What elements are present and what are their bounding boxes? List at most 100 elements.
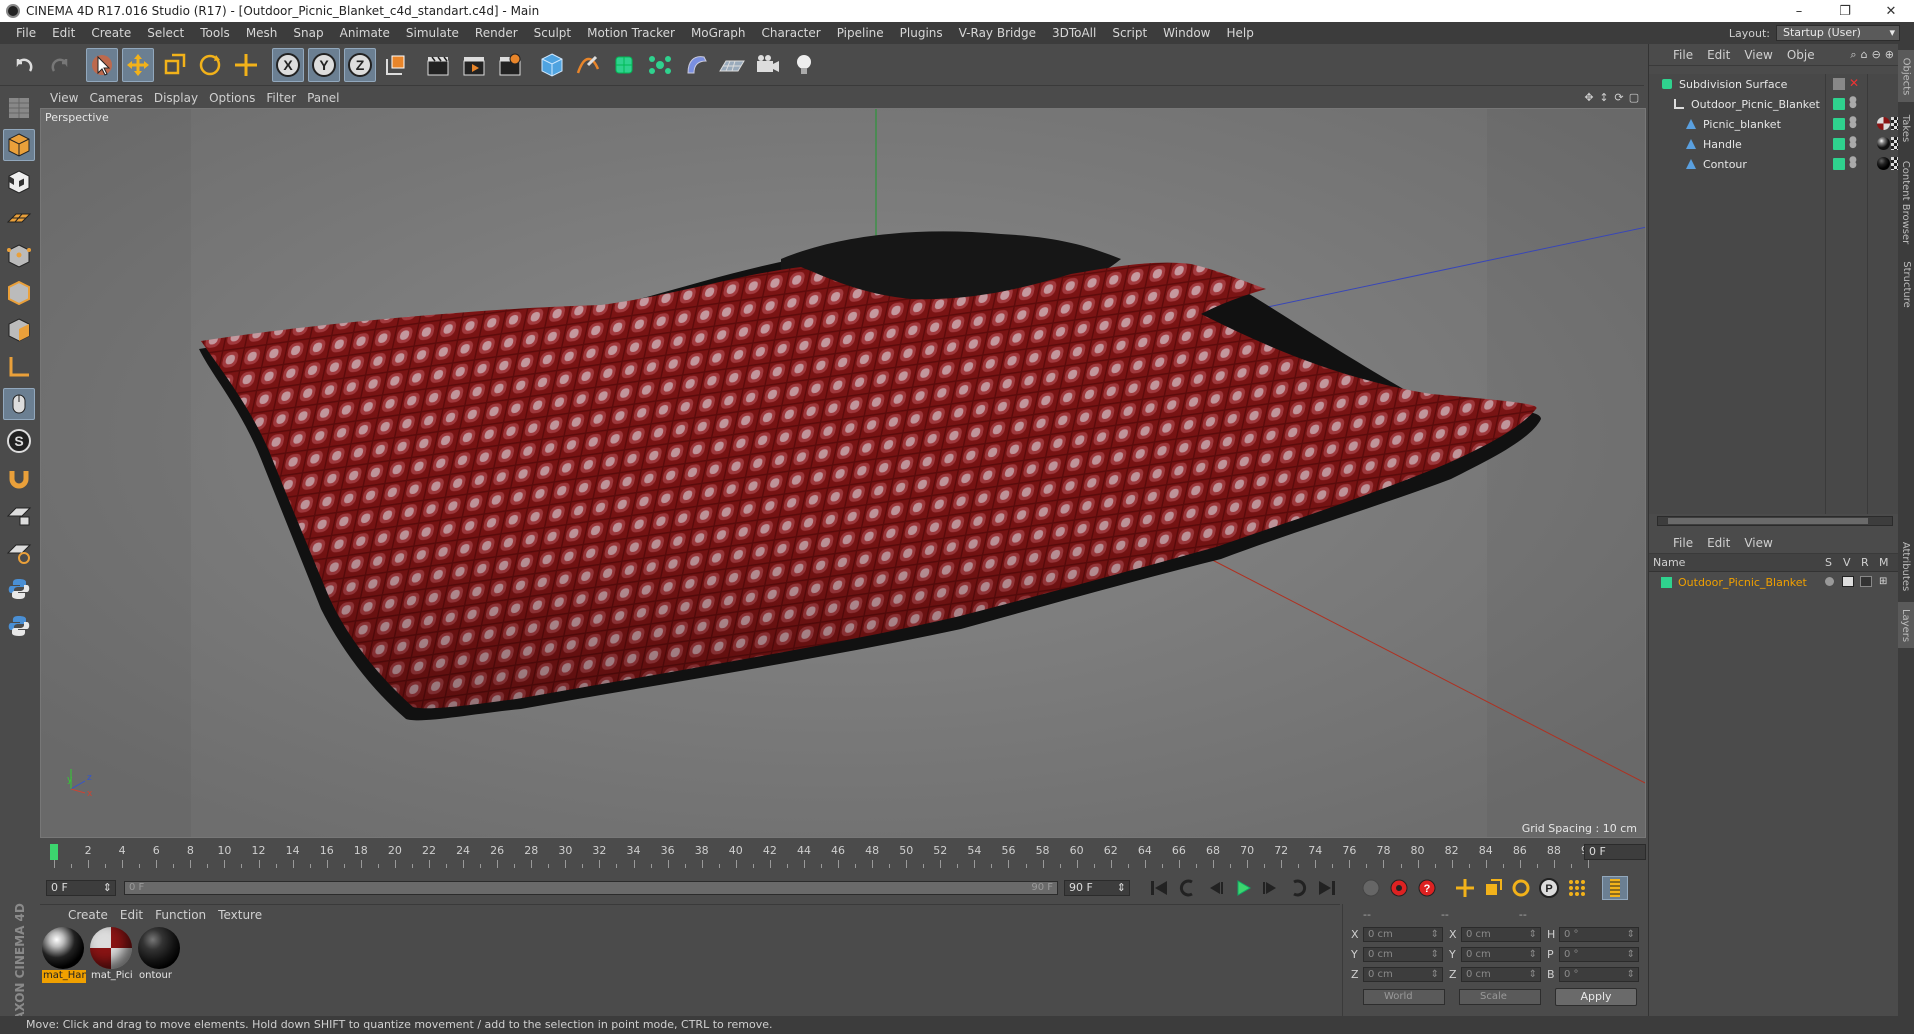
visibility-dots-icon[interactable]: ● ● <box>1849 136 1857 150</box>
object-menu-view[interactable]: View <box>1744 48 1772 62</box>
current-frame-field[interactable]: 0 F <box>1584 844 1646 860</box>
menu-simulate[interactable]: Simulate <box>398 26 467 40</box>
rotation-p-field[interactable]: 0 ° ⇕ <box>1559 946 1639 962</box>
layer-menu-edit[interactable]: Edit <box>1707 536 1730 550</box>
snapping-button[interactable]: S <box>3 425 35 457</box>
material-item[interactable]: mat_Pici <box>90 927 134 983</box>
tab-structure[interactable]: Structure <box>1898 254 1914 314</box>
pen-spline-button[interactable] <box>572 48 604 82</box>
camera-object-button[interactable] <box>752 48 784 82</box>
perspective-viewport[interactable]: Perspective y z x Grid Spacing : 10 cm <box>40 108 1646 838</box>
subdivision-surface-button[interactable] <box>608 48 640 82</box>
tab-attributes[interactable]: Attributes <box>1898 534 1914 598</box>
pan-icon[interactable]: ✥ <box>1583 92 1595 104</box>
previous-key-button[interactable] <box>1174 876 1200 900</box>
key-rotation-button[interactable] <box>1508 876 1534 900</box>
coordinate-system-button[interactable] <box>380 48 412 82</box>
render-settings-button[interactable] <box>494 48 526 82</box>
menu-window[interactable]: Window <box>1155 26 1218 40</box>
layout-dropdown[interactable]: Startup (User) ▾ <box>1776 25 1900 41</box>
menu-file[interactable]: File <box>8 26 44 40</box>
live-selection-button[interactable] <box>86 47 118 82</box>
tab-content-browser[interactable]: Content Browser <box>1898 154 1914 250</box>
material-tag-icon[interactable] <box>1877 157 1890 170</box>
menu-render[interactable]: Render <box>467 26 526 40</box>
record-active-objects-button[interactable] <box>1386 876 1412 900</box>
view-toggle-icon[interactable] <box>1842 576 1854 587</box>
visibility-dots-icon[interactable]: ● ● <box>1849 156 1857 170</box>
render-view-button[interactable] <box>422 48 454 82</box>
undo-button[interactable] <box>8 48 40 82</box>
material-tag-icon[interactable] <box>1877 137 1890 150</box>
object-row-handle[interactable]: Handle ● ● <box>1649 134 1899 154</box>
menu-edit[interactable]: Edit <box>44 26 83 40</box>
motion-record-button[interactable] <box>1358 876 1384 900</box>
position-z-field[interactable]: 0 cm ⇕ <box>1363 966 1443 982</box>
menu-select[interactable]: Select <box>139 26 192 40</box>
viewport-menu-panel[interactable]: Panel <box>307 91 350 105</box>
size-z-field[interactable]: 0 cm ⇕ <box>1461 966 1541 982</box>
coordinate-system-dropdown[interactable]: World <box>1363 989 1445 1005</box>
menu-plugins[interactable]: Plugins <box>892 26 951 40</box>
move-tool-button[interactable] <box>122 47 154 82</box>
position-y-field[interactable]: 0 cm ⇕ <box>1363 946 1443 962</box>
search-icon[interactable]: ⌕ <box>1850 48 1856 62</box>
preview-range-slider[interactable]: 0 F 90 F <box>124 881 1058 895</box>
link-icon[interactable]: ⊖ <box>1872 48 1881 62</box>
viewport-menu-display[interactable]: Display <box>154 91 209 105</box>
key-point-level-button[interactable] <box>1564 876 1590 900</box>
workplane-lock-button[interactable] <box>3 499 35 531</box>
menu-snap[interactable]: Snap <box>285 26 331 40</box>
tab-layers[interactable]: Layers <box>1898 602 1914 648</box>
menu-3dtoall[interactable]: 3DToAll <box>1044 26 1104 40</box>
menu-tools[interactable]: Tools <box>192 26 238 40</box>
dolly-icon[interactable]: ↕ <box>1598 92 1610 104</box>
rotation-b-field[interactable]: 0 ° ⇕ <box>1559 966 1639 982</box>
material-menu-texture[interactable]: Texture <box>218 908 262 922</box>
minimize-button[interactable]: – <box>1776 0 1822 22</box>
render-to-picture-viewer-button[interactable] <box>458 48 490 82</box>
timeline-ruler[interactable]: 0246810121416182022242628303234363840424… <box>40 840 1646 874</box>
close-button[interactable]: ✕ <box>1868 0 1914 22</box>
autokeying-button[interactable]: ? <box>1414 876 1440 900</box>
timeline-window-button[interactable] <box>1602 876 1628 900</box>
workplane-align-button[interactable] <box>3 536 35 568</box>
layer-row[interactable]: Outdoor_Picnic_Blanket ⊞ <box>1649 572 1899 592</box>
material-tag-icon[interactable] <box>1877 117 1890 130</box>
menu-mograph[interactable]: MoGraph <box>683 26 754 40</box>
orbit-icon[interactable]: ⟳ <box>1613 92 1625 104</box>
key-scale-button[interactable] <box>1480 876 1506 900</box>
apply-button[interactable]: Apply <box>1555 988 1637 1006</box>
menu-vray-bridge[interactable]: V-Ray Bridge <box>951 26 1044 40</box>
menu-help[interactable]: Help <box>1218 26 1261 40</box>
light-object-button[interactable] <box>788 48 820 82</box>
layer-menu-view[interactable]: View <box>1744 536 1772 550</box>
tab-takes[interactable]: Takes <box>1898 106 1914 150</box>
magnet-snap-button[interactable] <box>3 462 35 494</box>
viewport-menu-cameras[interactable]: Cameras <box>89 91 153 105</box>
size-y-field[interactable]: 0 cm ⇕ <box>1461 946 1541 962</box>
next-frame-button[interactable] <box>1258 876 1284 900</box>
size-x-field[interactable]: 0 cm ⇕ <box>1461 926 1541 942</box>
previous-frame-button[interactable] <box>1202 876 1228 900</box>
visibility-dots-icon[interactable]: ● ● <box>1849 96 1857 110</box>
object-list-scrollbar[interactable] <box>1657 516 1893 526</box>
render-toggle-icon[interactable] <box>1860 576 1872 587</box>
start-frame-field[interactable]: 0 F ⇕ <box>46 880 116 896</box>
viewport-menu-filter[interactable]: Filter <box>266 91 307 105</box>
scrollbar-thumb[interactable] <box>1668 518 1868 524</box>
material-item[interactable]: ontour <box>138 927 182 983</box>
object-row-subdivision-surface[interactable]: Subdivision Surface ✕ <box>1649 74 1899 94</box>
z-axis-lock-button[interactable]: Z <box>344 47 376 82</box>
array-object-button[interactable] <box>644 48 676 82</box>
menu-mesh[interactable]: Mesh <box>238 26 286 40</box>
rotation-h-field[interactable]: 0 ° ⇕ <box>1559 926 1639 942</box>
material-menu-create[interactable]: Create <box>68 908 108 922</box>
axis-mode-button[interactable] <box>3 351 35 383</box>
object-menu-file[interactable]: File <box>1673 48 1693 62</box>
maximize-view-icon[interactable]: ▢ <box>1628 92 1640 104</box>
visibility-dots-icon[interactable]: ● ● <box>1849 116 1857 130</box>
object-menu-edit[interactable]: Edit <box>1707 48 1730 62</box>
menu-animate[interactable]: Animate <box>332 26 398 40</box>
visibility-toggle[interactable] <box>1833 78 1845 90</box>
